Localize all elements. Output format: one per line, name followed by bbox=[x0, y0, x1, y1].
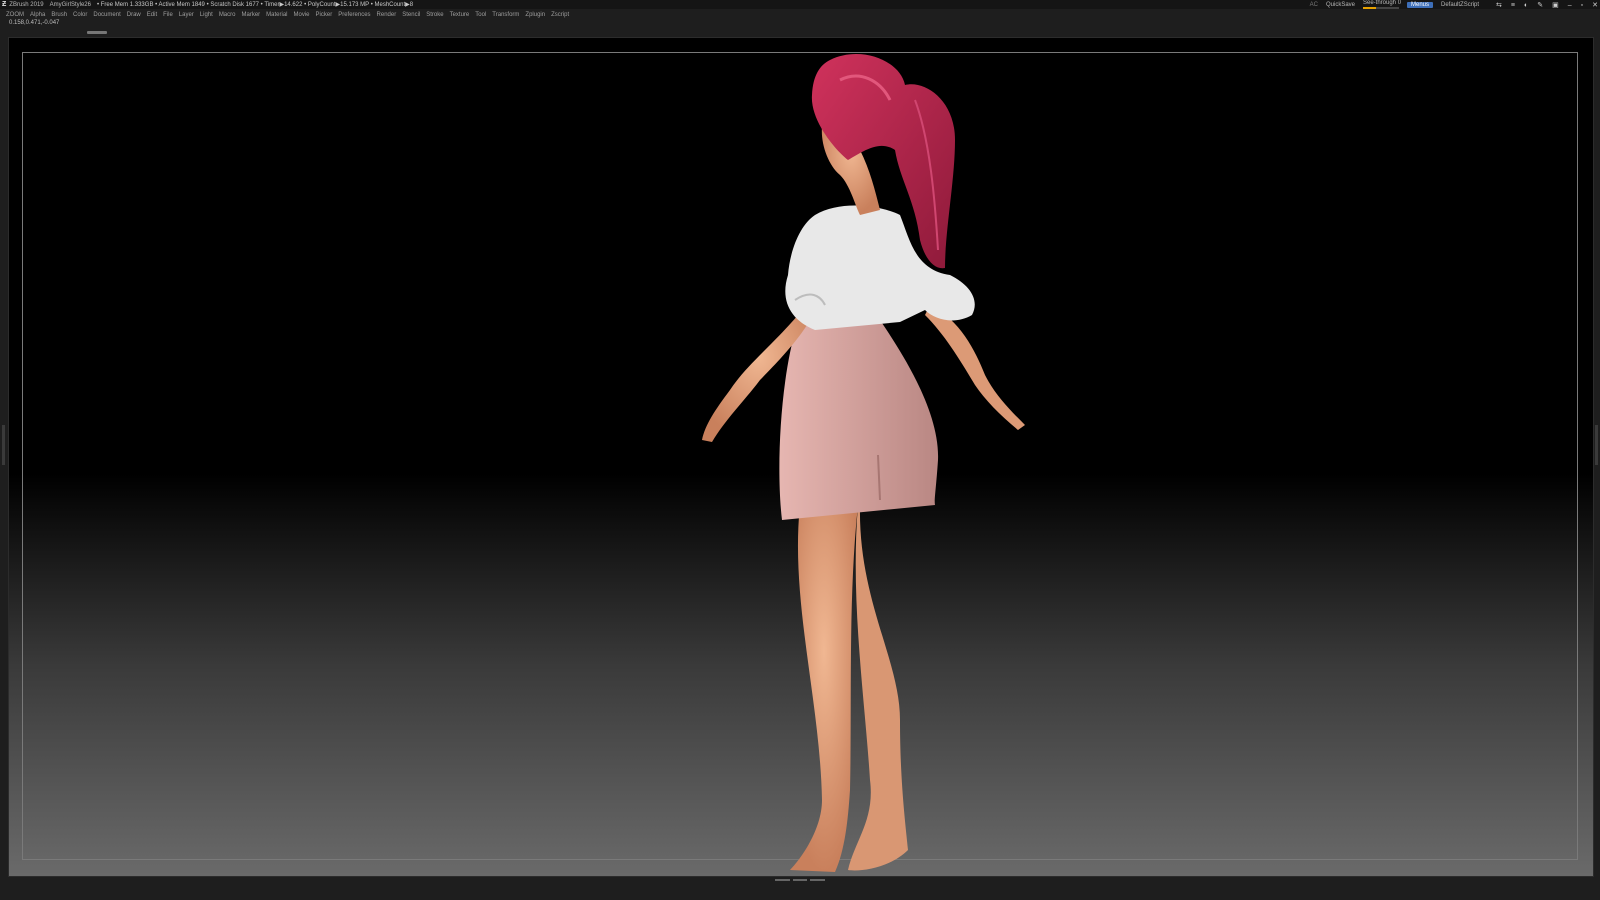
skirt bbox=[779, 320, 939, 520]
character-model[interactable] bbox=[0, 0, 1600, 900]
legs bbox=[790, 505, 908, 872]
